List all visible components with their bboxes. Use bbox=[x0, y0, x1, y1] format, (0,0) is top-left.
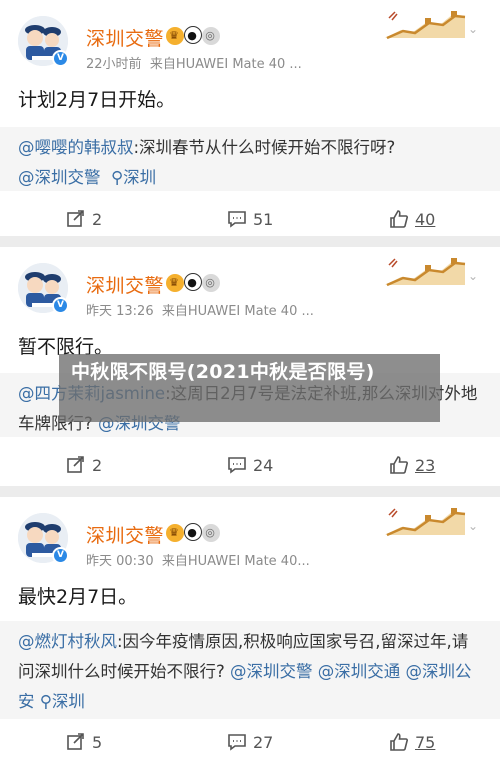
post-meta: 22小时前 来自HUAWEI Mate 40 ... bbox=[86, 53, 302, 72]
comment-icon bbox=[228, 734, 246, 751]
post-actions: 2 51 40 bbox=[0, 203, 500, 235]
vip-crown-icon: ♛ bbox=[166, 274, 184, 292]
username[interactable]: 深圳交警 bbox=[86, 24, 164, 51]
share-count: 5 bbox=[92, 732, 103, 752]
weibo-feed: V 深圳交警 ♛ ● ◎ 22小时前 来自HUAWEI Mate 40 ... ⌄ … bbox=[0, 0, 500, 778]
comment-count: 51 bbox=[253, 209, 274, 229]
panda-icon: ● bbox=[184, 523, 202, 541]
share-count: 2 bbox=[92, 209, 103, 229]
post-source: 来自HUAWEI Mate 40 ... bbox=[161, 304, 314, 319]
medal-icon: ◎ bbox=[202, 524, 220, 542]
like-count: 23 bbox=[415, 455, 436, 475]
chevron-down-icon[interactable]: ⌄ bbox=[468, 519, 482, 533]
thumbs-up-icon bbox=[390, 210, 408, 228]
comment-count: 24 bbox=[253, 455, 274, 475]
quote-author[interactable]: @嘤嘤的韩叔叔 bbox=[18, 138, 134, 157]
post-actions: 2 24 23 bbox=[0, 449, 500, 481]
article-title-overlay: 中秋限不限号(2021中秋是否限号) bbox=[59, 354, 440, 422]
vip-crown-icon: ♛ bbox=[166, 524, 184, 542]
comment-icon bbox=[228, 211, 246, 228]
share-button[interactable]: 2 bbox=[66, 203, 102, 235]
comment-count: 27 bbox=[253, 732, 274, 752]
verified-v-icon: V bbox=[52, 50, 69, 67]
vip-crown-icon: ♛ bbox=[166, 27, 184, 45]
post-text: 计划2月7日开始。 bbox=[18, 89, 176, 111]
great-wall-icon bbox=[385, 11, 466, 40]
share-count: 2 bbox=[92, 455, 103, 475]
post-source: 来自HUAWEI Mate 40 ... bbox=[149, 57, 302, 72]
user-badges: ♛ ● ◎ bbox=[166, 523, 220, 542]
quote-mention[interactable]: @深圳交警 bbox=[18, 168, 101, 187]
like-button[interactable]: 40 bbox=[389, 203, 435, 235]
quote-author[interactable]: @燃灯村秋风 bbox=[18, 632, 117, 651]
quote-body: :深圳春节从什么时候开始不限行呀? bbox=[133, 138, 396, 157]
user-badges: ♛ ● ◎ bbox=[166, 26, 220, 45]
post-header: V 深圳交警 ♛ ● ◎ 昨天 00:30 来自HUAWEI Mate 40... … bbox=[0, 497, 500, 579]
great-wall-icon bbox=[385, 258, 466, 287]
quote-location[interactable]: 深圳 bbox=[123, 168, 156, 187]
verified-v-icon: V bbox=[52, 547, 69, 564]
share-icon bbox=[67, 456, 84, 473]
share-button[interactable]: 2 bbox=[66, 449, 102, 481]
quote-line-2: @深圳交警 ⚲深圳 bbox=[18, 163, 482, 193]
location-pin-icon: ⚲ bbox=[39, 692, 52, 711]
chevron-down-icon[interactable]: ⌄ bbox=[468, 269, 482, 283]
weibo-post: V 深圳交警 ♛ ● ◎ 昨天 00:30 来自HUAWEI Mate 40... … bbox=[0, 497, 500, 778]
medal-icon: ◎ bbox=[202, 27, 220, 45]
quoted-post[interactable]: @燃灯村秋风:因今年疫情原因,积极响应国家号召,留深过年,请问深圳什么时候开始不… bbox=[0, 621, 500, 719]
great-wall-icon bbox=[385, 508, 466, 537]
post-time: 昨天 00:30 bbox=[86, 554, 154, 569]
quote-line-1: @嘤嘤的韩叔叔:深圳春节从什么时候开始不限行呀? bbox=[18, 133, 482, 163]
verified-v-icon: V bbox=[52, 297, 69, 314]
location-pin-icon: ⚲ bbox=[111, 168, 124, 187]
chevron-down-icon[interactable]: ⌄ bbox=[468, 22, 482, 36]
like-count: 40 bbox=[415, 209, 436, 229]
comment-button[interactable]: 24 bbox=[227, 449, 273, 481]
share-button[interactable]: 5 bbox=[66, 726, 102, 758]
post-actions: 5 27 75 bbox=[0, 726, 500, 758]
like-button[interactable]: 23 bbox=[389, 449, 435, 481]
post-meta: 昨天 13:26 来自HUAWEI Mate 40 ... bbox=[86, 300, 314, 319]
quote-location[interactable]: 深圳 bbox=[52, 692, 85, 711]
post-time: 22小时前 bbox=[86, 57, 142, 72]
comment-button[interactable]: 51 bbox=[227, 203, 273, 235]
post-header: V 深圳交警 ♛ ● ◎ 昨天 13:26 来自HUAWEI Mate 40 ...… bbox=[0, 247, 500, 329]
medal-icon: ◎ bbox=[202, 274, 220, 292]
post-header: V 深圳交警 ♛ ● ◎ 22小时前 来自HUAWEI Mate 40 ... ⌄ bbox=[0, 0, 500, 82]
post-time: 昨天 13:26 bbox=[86, 304, 154, 319]
quote-mention[interactable]: @深圳交通 bbox=[318, 662, 401, 681]
comment-button[interactable]: 27 bbox=[227, 726, 273, 758]
post-text: 最快2月7日。 bbox=[18, 586, 138, 608]
quote-mention[interactable]: @深圳交警 bbox=[230, 662, 313, 681]
user-badges: ♛ ● ◎ bbox=[166, 273, 220, 292]
share-icon bbox=[67, 210, 84, 227]
thumbs-up-icon bbox=[390, 733, 408, 751]
quoted-post[interactable]: @嘤嘤的韩叔叔:深圳春节从什么时候开始不限行呀? @深圳交警 ⚲深圳 bbox=[0, 127, 500, 191]
like-count: 75 bbox=[415, 732, 436, 752]
panda-icon: ● bbox=[184, 26, 202, 44]
username[interactable]: 深圳交警 bbox=[86, 271, 164, 298]
share-icon bbox=[67, 733, 84, 750]
thumbs-up-icon bbox=[390, 456, 408, 474]
post-meta: 昨天 00:30 来自HUAWEI Mate 40... bbox=[86, 550, 310, 569]
username[interactable]: 深圳交警 bbox=[86, 521, 164, 548]
post-source: 来自HUAWEI Mate 40... bbox=[161, 554, 310, 569]
panda-icon: ● bbox=[184, 273, 202, 291]
weibo-post: V 深圳交警 ♛ ● ◎ 22小时前 来自HUAWEI Mate 40 ... ⌄ … bbox=[0, 0, 500, 236]
like-button[interactable]: 75 bbox=[389, 726, 435, 758]
comment-icon bbox=[228, 457, 246, 474]
